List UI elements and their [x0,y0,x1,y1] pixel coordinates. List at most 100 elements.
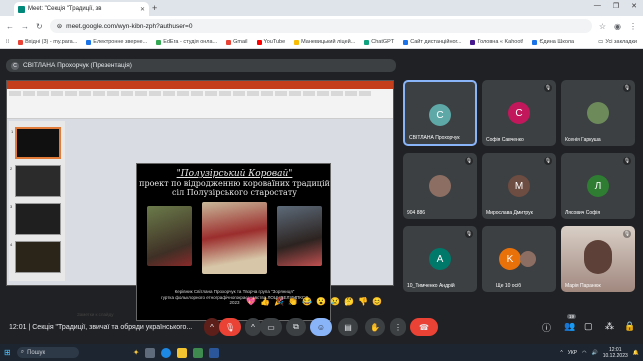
reaction-thumbs-down-icon[interactable]: 👎 [358,296,368,306]
participant-tile[interactable]: 🎙 M Мирослава Дмитрук [482,153,556,219]
activities-icon[interactable]: ⁂ [605,321,614,332]
system-tray: ^ УКР ◠ 🔊 12:01 10.12.2023 🔔 [560,347,639,359]
slide-thumbnail[interactable]: 1 [11,127,61,159]
participant-name: Лясович Софія [565,210,601,216]
forward-icon[interactable]: → [21,22,29,31]
meeting-details-icon[interactable]: ⓘ [542,321,551,334]
windows-taskbar: ⊞ ⌕ Пошук ✦ ^ УКР ◠ 🔊 12:01 10.12.2023 🔔 [0,344,643,361]
participant-tile[interactable]: C СВІТЛАНА Прохорчук [403,80,477,146]
participant-tile[interactable]: 🎙 Ксенія Гаркуша [561,80,635,146]
reaction-thumbs-up-icon[interactable]: 👍 [260,296,270,306]
slide-thumbnail[interactable]: 4 [10,241,61,273]
bookmark-item[interactable]: Головна « Kahoot! [470,39,523,45]
more-options-button[interactable]: ⋮ [390,318,406,336]
all-bookmarks[interactable]: ▭ Усі закладки [598,39,637,45]
notifications-icon[interactable]: 🔔 [633,350,639,356]
reactions-button[interactable]: ☺ [310,318,332,336]
profile-icon[interactable]: ◉ [614,22,621,31]
phone-hangup-icon: ☎ [419,322,429,332]
participant-tile[interactable]: 🎙 Л Лясович Софія [561,153,635,219]
participant-tile[interactable]: 🎙 C Софія Савченко [482,80,556,146]
reaction-heart-icon[interactable]: 💖 [246,296,256,306]
slide-notes[interactable]: Заметки к слайду [77,312,113,317]
slide-photo-left [147,206,192,266]
mic-options-button[interactable]: ^ [204,318,220,336]
reaction-thinking-icon[interactable]: 🤔 [344,296,354,306]
slide-thumbnail[interactable]: 3 [10,203,61,235]
search-icon: ⌕ [20,349,25,355]
reactions-bar: 💖 👍 🎉 👏 😂 😮 😢 🤔 👎 😊 [246,296,382,306]
chevron-up-icon: ^ [251,322,255,332]
file-explorer-icon[interactable] [177,347,188,358]
taskbar-clock[interactable]: 12:01 10.12.2023 [603,347,628,359]
raise-hand-button[interactable]: ✋ [365,318,385,336]
camera-options-button[interactable]: ^ [245,318,261,336]
site-info-icon[interactable]: ⊜ [57,22,62,30]
bookmarks-bar: ⁞⁞ Вхідні (3) - my.para... Електронне зв… [0,36,643,49]
taskbar-search[interactable]: ⌕ Пошук [16,347,79,358]
browser-tab[interactable]: Meet: "Секція "Традиції, зв ✕ [14,2,149,16]
reaction-clap-icon[interactable]: 👏 [288,296,298,306]
meeting-time: 12:01 [9,324,27,331]
present-button[interactable]: ⧉ [286,318,306,336]
menu-dots-icon[interactable]: ⋮ [629,22,637,31]
reaction-laugh-icon[interactable]: 😂 [302,296,312,306]
back-icon[interactable]: ← [6,22,14,31]
bookmark-item[interactable]: Gmail [226,39,248,45]
gmail-icon [226,39,232,45]
participant-tile[interactable]: 🎙 Марія Паранюк [561,226,635,292]
leave-call-button[interactable]: ☎ [410,318,438,336]
bookmark-star-icon[interactable]: ☆ [599,22,606,31]
close-window-icon[interactable]: ✕ [631,2,637,10]
camera-toggle-button[interactable]: ▭ [260,318,282,336]
more-participants-tile[interactable]: K Ще 10 осіб [482,226,556,292]
bookmark-item[interactable]: ChatGPT [364,39,394,45]
reload-icon[interactable]: ↻ [36,22,43,31]
bookmark-item[interactable]: YouTube [256,39,285,45]
participant-video [584,240,612,274]
bookmark-item[interactable]: Сайт дистанційног... [403,39,461,45]
presenter-label-text: СВІТЛАНА Прохорчук (Презентація) [23,62,132,69]
reaction-sad-icon[interactable]: 😢 [330,296,340,306]
wifi-icon[interactable]: ◠ [582,350,586,356]
bookmark-item[interactable]: Маневицький ліцей... [294,39,355,45]
people-icon[interactable]: 👥 [564,321,575,332]
participant-tile[interactable]: 🎙 904 886 [403,153,477,219]
mic-toggle-button[interactable]: 🎙 [219,318,241,336]
apps-grid-icon[interactable]: ⁞⁞ [6,39,9,45]
mic-off-icon: 🎙 [544,157,552,165]
host-controls-icon[interactable]: 🔒 [624,321,635,332]
new-tab-icon[interactable]: + [152,3,157,13]
bookmark-item[interactable]: Єдина Школа [532,39,574,45]
volume-icon[interactable]: 🔊 [592,350,598,356]
windows-start-icon[interactable]: ⊞ [4,348,11,357]
tray-chevron-icon[interactable]: ^ [560,350,562,356]
mic-off-icon: 🎙 [544,84,552,92]
reaction-party-icon[interactable]: 🎉 [274,296,284,306]
maximize-icon[interactable]: ❐ [613,2,619,10]
word-icon[interactable] [209,347,220,358]
language-indicator[interactable]: УКР [568,350,577,356]
task-view-icon[interactable] [145,347,156,358]
close-tab-icon[interactable]: ✕ [140,6,145,13]
reaction-smile-icon[interactable]: 😊 [372,296,382,306]
url-field[interactable]: ⊜ meet.google.com/wyn-kibn-zph?authuser=… [49,19,592,33]
participant-tile[interactable]: 🎙 A 10_Тимченко Андрій [403,226,477,292]
chat-icon[interactable]: ▢ [584,321,593,332]
bookmark-item[interactable]: Електронне зверне... [86,39,147,45]
bookmark-item[interactable]: EdEra - студія онла... [156,39,217,45]
powerpoint-titlebar [7,81,393,89]
captions-button[interactable]: ▤ [338,318,358,336]
tab-title: Meet: "Секція "Традиції, зв [28,6,102,12]
copilot-sparkle-icon[interactable]: ✦ [133,348,140,357]
mic-off-icon: 🎙 [465,230,473,238]
shared-screen[interactable]: 1 2 3 4 "Полузірський Коровай" проект по… [6,80,394,321]
minimize-icon[interactable]: — [594,2,601,10]
edge-icon[interactable] [161,347,172,358]
bookmark-item[interactable]: Вхідні (3) - my.para... [18,39,77,45]
kahoot-icon [470,39,476,45]
powerpoint-ribbon [7,89,393,119]
slide-thumbnail[interactable]: 2 [10,165,61,197]
chrome-icon[interactable] [193,347,204,358]
reaction-surprised-icon[interactable]: 😮 [316,296,326,306]
